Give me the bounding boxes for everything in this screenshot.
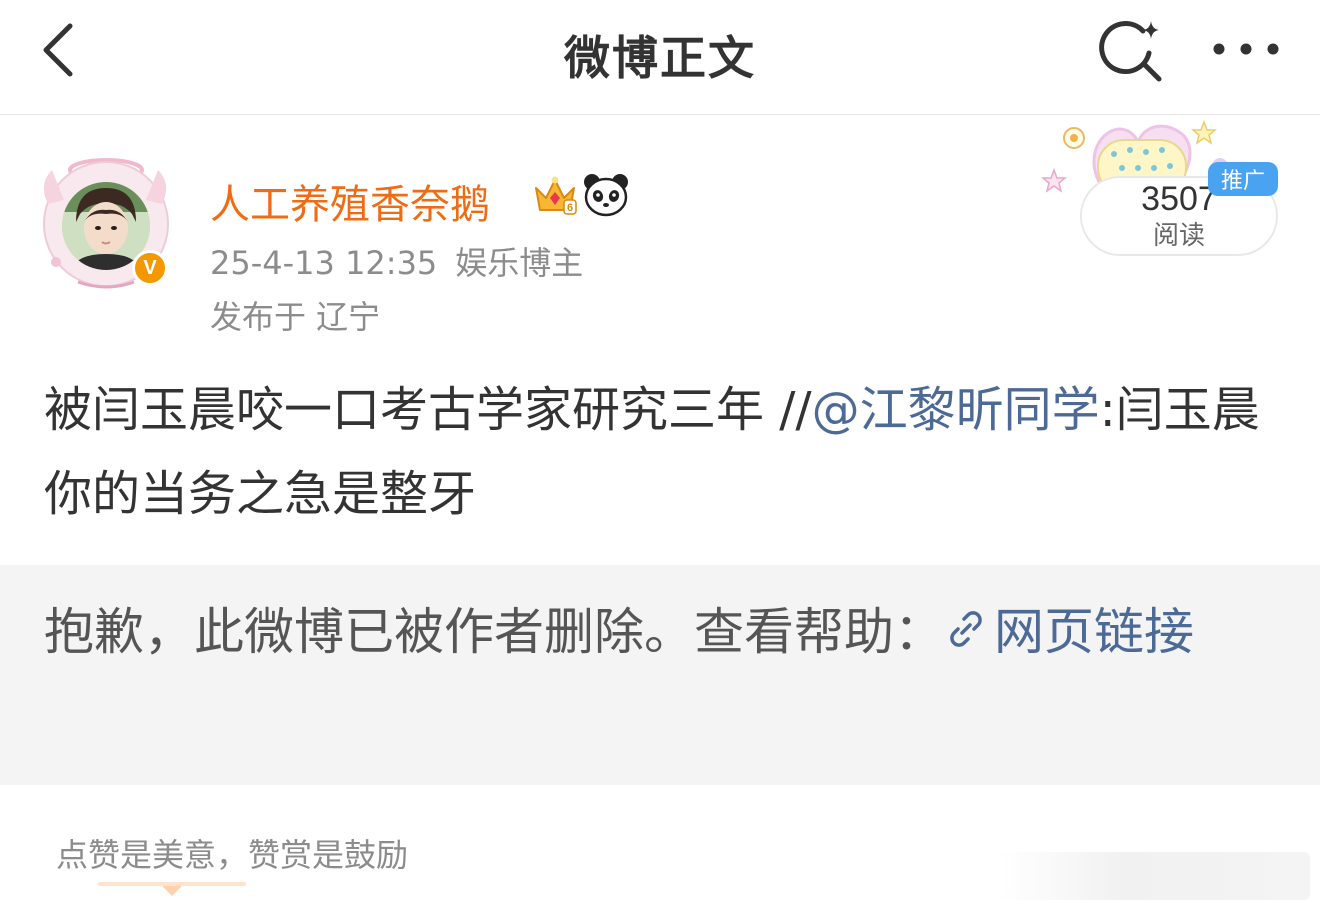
deleted-original-notice: 抱歉，此微博已被作者删除。查看帮助： 网页链接 [0,565,1320,785]
reward-caret-icon [162,886,182,896]
read-label: 阅读 [1152,221,1205,251]
search-button[interactable] [1096,16,1166,86]
user-role: 娱乐博主 [455,244,584,282]
avatar[interactable]: V [34,144,176,292]
verified-v-icon: V [132,250,168,286]
user-name[interactable]: 人工养殖香奈鹅 [210,172,490,230]
search-sparkle-icon [1099,21,1162,82]
reward-hint: 点赞是美意，赞赏是鼓励 [56,836,409,874]
post-meta: 25-4-13 12:35 娱乐博主 [210,238,601,284]
svg-text:6: 6 [567,202,573,214]
mention-link[interactable]: @江黎昕同学 [812,382,1100,438]
post-date: 25-4-13 12:35 [210,244,438,282]
post-text-prefix: 被闫玉晨咬一口考古学家研究三年 // [44,382,812,438]
help-link-label: 网页链接 [994,603,1194,661]
top-navbar: 微博正文 [0,0,1320,115]
post-header: V 人工养殖香奈鹅 6 25-4-13 12:35 娱乐博主 发布于 辽宁 350… [0,116,1320,346]
panda-icon[interactable] [582,172,630,218]
deleted-message-block: 抱歉，此微博已被作者删除。查看帮助： 网页链接 [44,593,1284,671]
blurred-toolbar-edge [1000,852,1310,900]
deleted-message: 抱歉，此微博已被作者删除。查看帮助： [44,603,944,661]
post-content: 被闫玉晨咬一口考古学家研究三年 //@江黎昕同学:闫玉晨你的当务之急是整牙 [44,368,1284,536]
more-button[interactable] [1206,22,1286,76]
post-location: 发布于 辽宁 [210,298,381,336]
more-dots-icon [1213,43,1279,55]
help-web-link[interactable]: 网页链接 [944,603,1194,661]
link-icon [950,611,982,647]
bottom-area: 点赞是美意，赞赏是鼓励 [0,786,1320,907]
crown-icon[interactable]: 6 [532,172,578,218]
promote-button[interactable]: 推广 [1208,162,1278,196]
